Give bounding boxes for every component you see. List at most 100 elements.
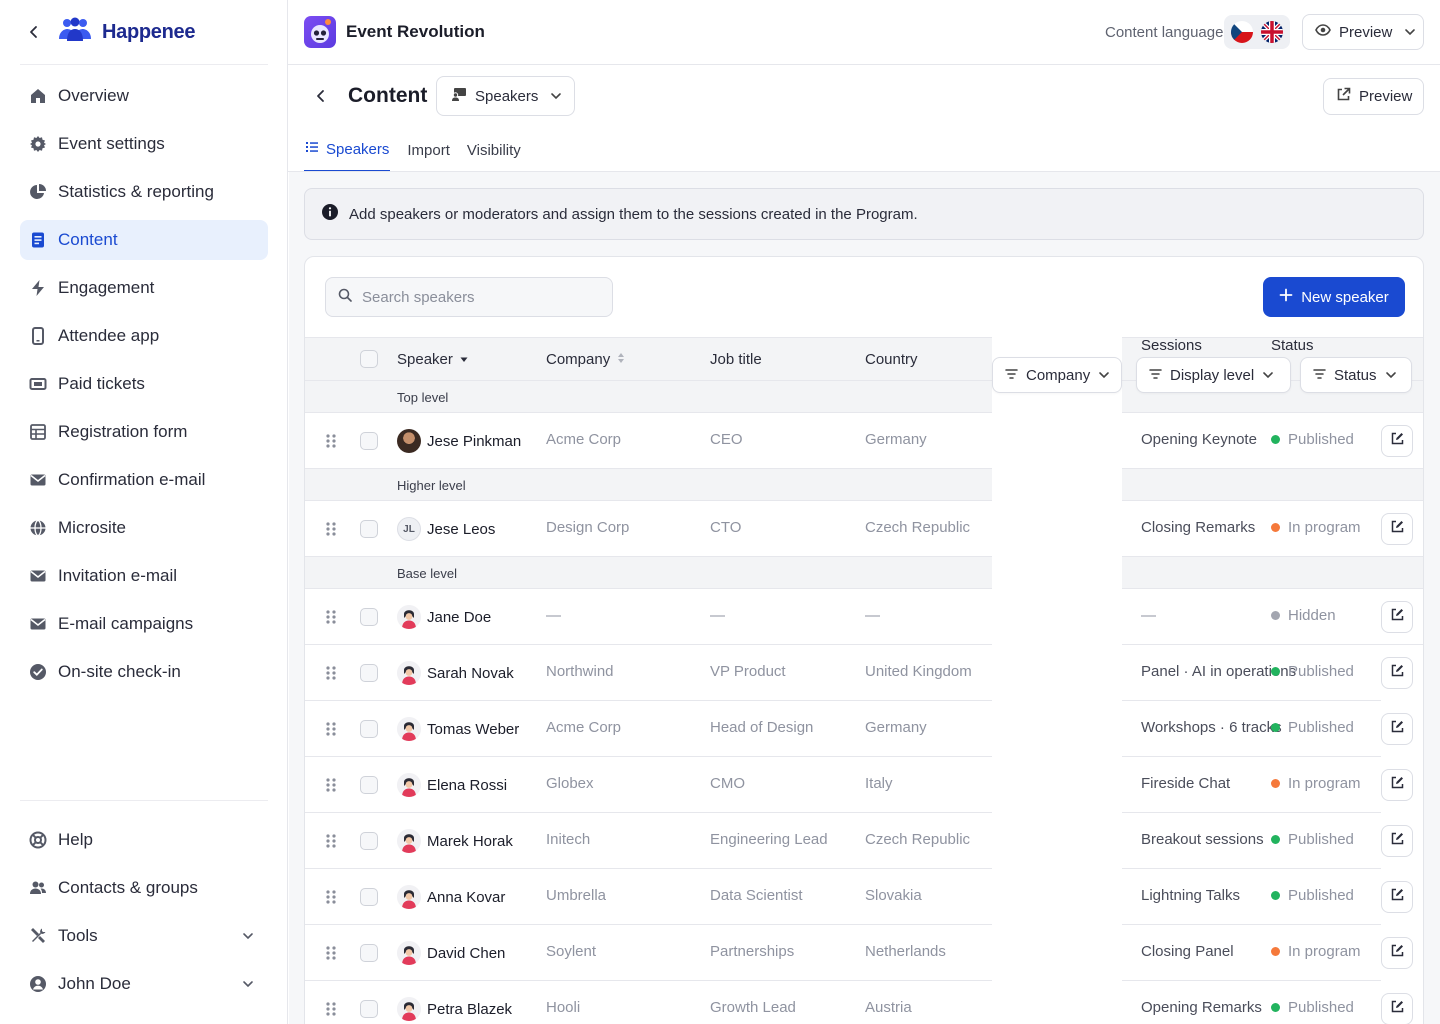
nav-label: Attendee app [58, 326, 160, 345]
edit-button[interactable] [1381, 937, 1413, 969]
drag-handle-icon[interactable] [323, 1001, 339, 1017]
nav-item-event-settings[interactable]: Event settings [20, 124, 268, 164]
row-checkbox[interactable] [360, 520, 378, 538]
nav-item-attendee-app[interactable]: Attendee app [20, 316, 268, 356]
edit-button[interactable] [1381, 601, 1413, 633]
row-checkbox[interactable] [360, 944, 378, 962]
company-cell: Northwind [546, 663, 614, 680]
nav-item-email-campaigns[interactable]: E-mail campaigns [20, 604, 268, 644]
filter-display-level[interactable]: Display level [1136, 357, 1291, 393]
drag-handle-icon[interactable] [323, 945, 339, 961]
edit-button[interactable] [1381, 993, 1413, 1024]
edit-icon [1391, 720, 1404, 738]
top-preview-button[interactable]: Preview [1302, 14, 1424, 50]
table-row[interactable]: Tomas Weber Acme Corp Head of Design German… [305, 701, 1423, 757]
column-header-speaker[interactable]: Speaker [397, 338, 469, 380]
nav-item-overview[interactable]: Overview [20, 76, 268, 116]
group-label: Higher level [397, 478, 466, 493]
country-cell: Austria [865, 999, 912, 1016]
nav-label: Help [58, 830, 93, 849]
nav-item-help[interactable]: Help [20, 820, 268, 860]
job-title-cell: Engineering Lead [710, 831, 828, 848]
column-header-company[interactable]: Company [546, 338, 626, 380]
back-icon[interactable] [20, 18, 48, 46]
tab-visibility[interactable]: Visibility [467, 128, 521, 172]
form-icon [28, 422, 48, 442]
drag-handle-icon[interactable] [323, 609, 339, 625]
row-checkbox[interactable] [360, 832, 378, 850]
drag-handle-icon[interactable] [323, 889, 339, 905]
edit-button[interactable] [1381, 425, 1413, 457]
section-select[interactable]: Speakers [436, 76, 575, 116]
nav-item-confirmation-email[interactable]: Confirmation e-mail [20, 460, 268, 500]
column-header-country[interactable]: Country [865, 338, 918, 380]
search-field[interactable] [325, 277, 613, 317]
select-all-checkbox[interactable] [360, 350, 378, 368]
drag-handle-icon[interactable] [323, 777, 339, 793]
company-cell: Globex [546, 775, 594, 792]
edit-button[interactable] [1381, 657, 1413, 689]
nav-item-statistics[interactable]: Statistics & reporting [20, 172, 268, 212]
nav-item-paid-tickets[interactable]: Paid tickets [20, 364, 268, 404]
row-checkbox[interactable] [360, 720, 378, 738]
table-row[interactable]: Jese Pinkman Acme Corp CEO Germany Openi… [305, 413, 1423, 469]
nav-item-user[interactable]: John Doe [20, 964, 268, 1004]
check-circle-icon [28, 662, 48, 682]
nav-item-contacts[interactable]: Contacts & groups [20, 868, 268, 908]
drag-handle-icon[interactable] [323, 665, 339, 681]
nav-item-invitation-email[interactable]: Invitation e-mail [20, 556, 268, 596]
content-back-icon[interactable] [309, 84, 333, 108]
table-row[interactable]: Petra Blazek Hooli Growth Lead Austria Openi… [305, 981, 1423, 1024]
row-checkbox[interactable] [360, 888, 378, 906]
edit-button[interactable] [1381, 881, 1413, 913]
company-cell: — [546, 607, 561, 624]
tools-icon [28, 926, 48, 946]
nav-item-engagement[interactable]: Engagement [20, 268, 268, 308]
language-switcher[interactable] [1224, 15, 1290, 49]
table-row[interactable]: Jane Doe — — — — Hidden [305, 589, 1423, 645]
table-row[interactable]: David Chen Soylent Partnerships Netherlands… [305, 925, 1423, 981]
country-cell: Czech Republic [865, 519, 971, 536]
row-checkbox[interactable] [360, 432, 378, 450]
nav-label: Paid tickets [58, 374, 145, 393]
edit-button[interactable] [1381, 769, 1413, 801]
tab-import[interactable]: Import [407, 128, 450, 172]
table-row[interactable]: Elena Rossi Globex CMO Italy Fireside Chat In… [305, 757, 1423, 813]
table-row[interactable]: Sarah Novak Northwind VP Product United Kin… [305, 645, 1423, 701]
tab-speakers[interactable]: Speakers [304, 128, 391, 172]
edit-button[interactable] [1381, 713, 1413, 745]
nav-item-content[interactable]: Content [20, 220, 268, 260]
drag-handle-icon[interactable] [323, 833, 339, 849]
content-preview-button[interactable]: Preview [1323, 78, 1424, 115]
table-row[interactable]: Marek Horak Initech Engineering Lead Czech … [305, 813, 1423, 869]
nav-item-tools[interactable]: Tools [20, 916, 268, 956]
nav-item-microsite[interactable]: Microsite [20, 508, 268, 548]
drag-handle-icon[interactable] [323, 721, 339, 737]
row-checkbox[interactable] [360, 1000, 378, 1018]
filter-status[interactable]: Status [1300, 357, 1412, 393]
column-header-job-title[interactable]: Job title [710, 338, 762, 380]
drag-handle-icon[interactable] [323, 433, 339, 449]
search-input[interactable] [362, 288, 592, 306]
drag-handle-icon[interactable] [323, 521, 339, 537]
row-checkbox[interactable] [360, 608, 378, 626]
status-dot [1271, 779, 1280, 788]
avatar [397, 605, 421, 629]
sessions-cell: Opening Keynote [1141, 431, 1257, 448]
filter-company[interactable]: Company [992, 357, 1122, 393]
czech-flag-icon[interactable] [1231, 21, 1253, 43]
nav-item-registration-form[interactable]: Registration form [20, 412, 268, 452]
chevron-down-icon [1262, 369, 1274, 381]
edit-button[interactable] [1381, 513, 1413, 545]
tab-label: Speakers [326, 140, 390, 158]
new-speaker-button[interactable]: New speaker [1263, 277, 1405, 317]
nav-label: Event settings [58, 134, 165, 153]
row-checkbox[interactable] [360, 776, 378, 794]
uk-flag-icon[interactable] [1261, 21, 1283, 43]
nav-item-onsite-checkin[interactable]: On-site check-in [20, 652, 268, 692]
table-row[interactable]: JL Jese Leos Design Corp CTO Czech Republ… [305, 501, 1423, 557]
status-badge: Published [1271, 719, 1354, 736]
edit-button[interactable] [1381, 825, 1413, 857]
row-checkbox[interactable] [360, 664, 378, 682]
table-row[interactable]: Anna Kovar Umbrella Data Scientist Slovakia… [305, 869, 1423, 925]
